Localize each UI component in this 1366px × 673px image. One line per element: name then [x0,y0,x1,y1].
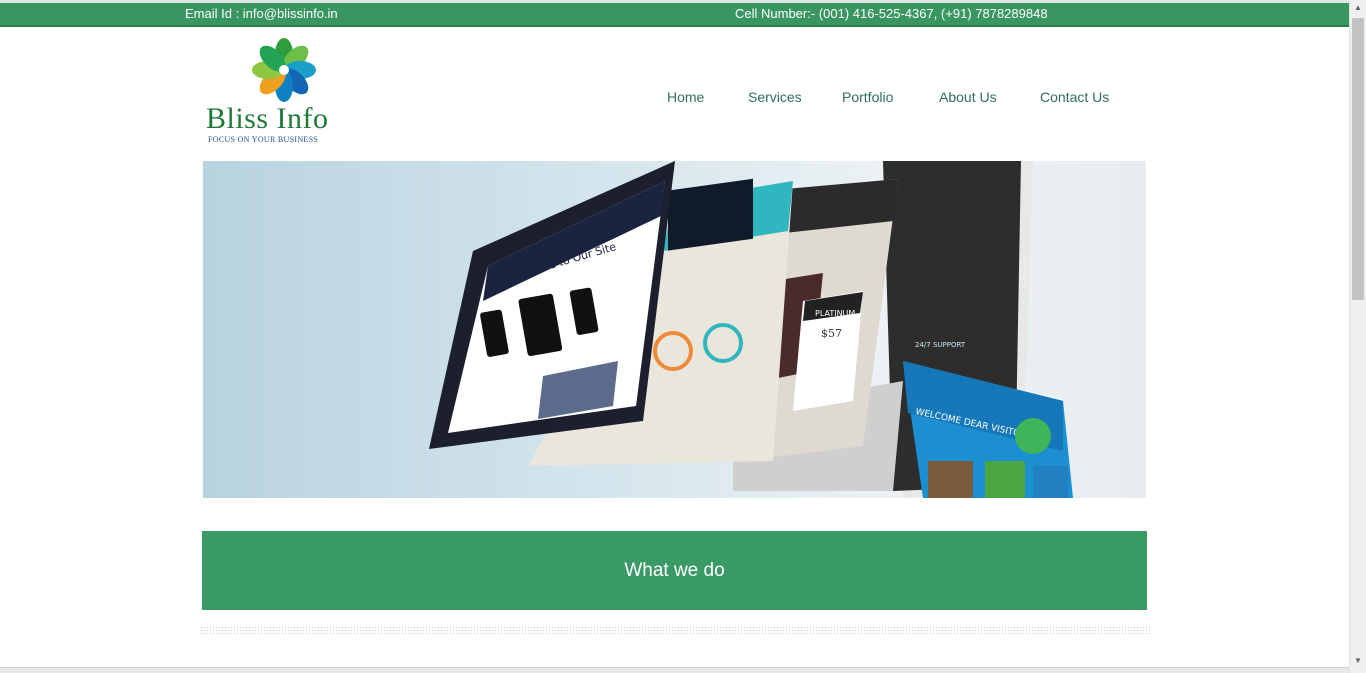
nav-home[interactable]: Home [667,89,704,105]
nav-portfolio[interactable]: Portfolio [842,89,893,105]
screen3-price: $57 [821,327,842,340]
screen4-support: 24/7 SUPPORT [915,341,966,349]
nav-services[interactable]: Services [748,89,802,105]
contact-topbar: Email Id : info@blissinfo.in Cell Number… [0,3,1349,27]
flower-logo-icon [252,38,316,102]
screen3-badge: PLATINUM [815,309,855,318]
what-we-do-heading: What we do [202,531,1147,610]
hero-illustration: PLATINUM $57 Welcome to Our Site WELCOME… [429,161,1073,498]
contact-email[interactable]: Email Id : info@blissinfo.in [185,3,338,25]
logo-tagline: FOCUS ON YOUR BUSINESS [208,135,319,144]
hero-banner: PLATINUM $57 Welcome to Our Site WELCOME… [203,161,1146,498]
vertical-scrollbar[interactable]: ▲ ▼ [1349,0,1366,673]
dotted-divider [200,626,1150,635]
bottom-strip [0,667,1349,673]
nav-contact-us[interactable]: Contact Us [1040,89,1109,105]
contact-phone: Cell Number:- (001) 416-525-4367, (+91) … [735,6,1048,21]
scroll-thumb[interactable] [1352,18,1364,300]
nav-about-us[interactable]: About Us [939,89,997,105]
site-logo[interactable]: Bliss Info FOCUS ON YOUR BUSINESS [204,38,374,148]
scroll-up-arrow-icon[interactable]: ▲ [1350,0,1366,16]
logo-brand: Bliss Info [206,102,329,135]
scroll-down-arrow-icon[interactable]: ▼ [1350,653,1366,669]
